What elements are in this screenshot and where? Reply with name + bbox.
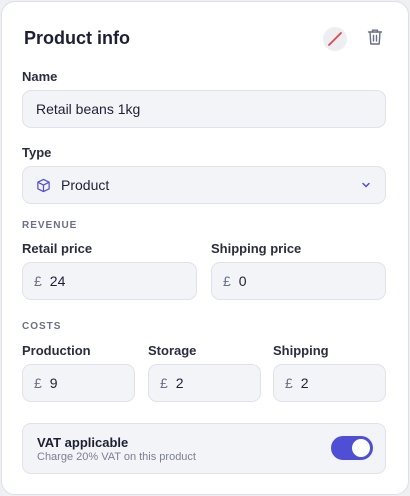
revenue-section-label: REVENUE — [22, 220, 78, 231]
vat-toggle[interactable] — [331, 436, 373, 460]
currency-symbol: £ — [34, 375, 42, 391]
name-value: Retail beans 1kg — [36, 101, 141, 117]
type-select[interactable]: Product — [22, 166, 386, 204]
toggle-knob — [352, 439, 370, 457]
type-value: Product — [61, 177, 110, 193]
retail-price-input[interactable]: £ 24 — [22, 262, 197, 300]
currency-symbol: £ — [223, 273, 231, 289]
name-input[interactable]: Retail beans 1kg — [22, 90, 386, 128]
status-disabled-icon[interactable] — [323, 27, 347, 51]
box-icon — [36, 178, 51, 193]
storage-label: Storage — [148, 343, 197, 358]
shipping-cost-value: 2 — [300, 375, 309, 391]
storage-cost-value: 2 — [175, 375, 184, 391]
costs-section-label: COSTS — [22, 321, 62, 332]
shipping-label: Shipping — [273, 343, 329, 358]
retail-price-label: Retail price — [22, 241, 93, 256]
chevron-down-icon — [360, 179, 372, 191]
currency-symbol: £ — [285, 375, 293, 391]
retail-price-value: 24 — [49, 273, 66, 289]
shipping-price-label: Shipping price — [211, 241, 302, 256]
production-label: Production — [22, 343, 91, 358]
vat-label: VAT applicable — [37, 435, 129, 450]
name-label: Name — [22, 69, 58, 84]
shipping-price-input[interactable]: £ 0 — [211, 262, 386, 300]
card-title: Product info — [24, 28, 130, 48]
production-cost-input[interactable]: £ 9 — [22, 364, 135, 402]
currency-symbol: £ — [34, 273, 42, 289]
shipping-price-value: 0 — [238, 273, 247, 289]
shipping-cost-input[interactable]: £ 2 — [273, 364, 386, 402]
currency-symbol: £ — [160, 375, 168, 391]
vat-description: Charge 20% VAT on this product — [37, 451, 196, 463]
delete-trash-icon[interactable] — [363, 25, 387, 49]
storage-cost-input[interactable]: £ 2 — [148, 364, 261, 402]
production-cost-value: 9 — [49, 375, 58, 391]
type-label: Type — [22, 145, 52, 160]
